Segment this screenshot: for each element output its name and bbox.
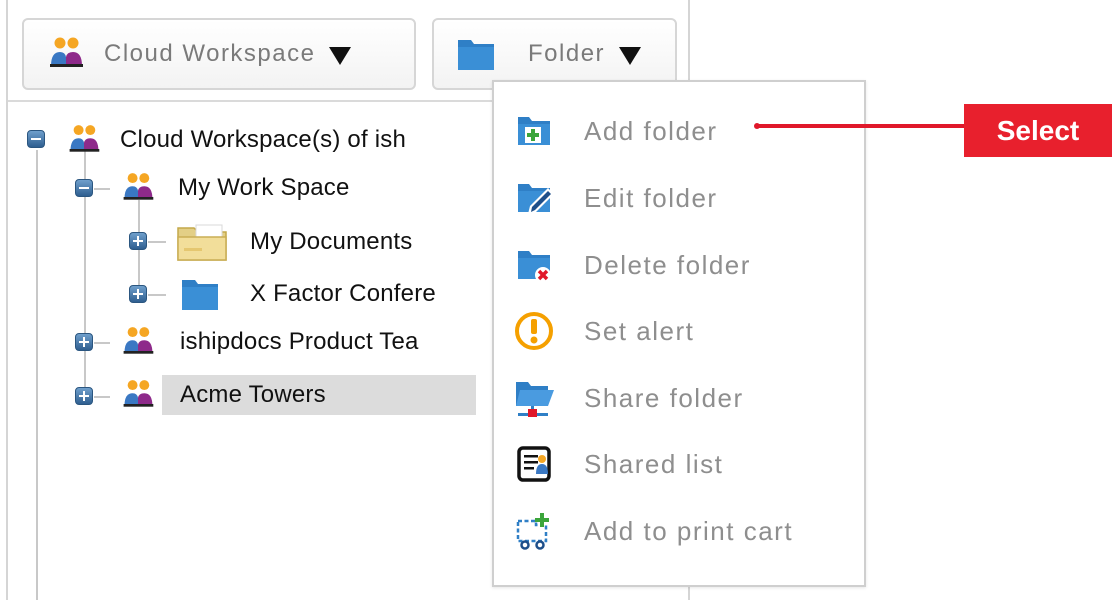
menu-item-label: Add folder [584,115,718,146]
tree-connector [148,241,166,243]
menu-item-label: Add to print cart [584,515,794,546]
tree-connector [148,294,166,296]
folder-button-label: Folder [528,40,606,67]
folder-dropdown-menu: Add folder Edit folder Delete folder Set… [492,80,866,587]
tree-node-x-factor[interactable]: X Factor Confere [180,274,436,314]
callout-label: Select [964,104,1112,157]
menu-item-shared-list[interactable]: Shared list [494,439,864,489]
folder-icon [182,280,218,310]
menu-item-edit-folder[interactable]: Edit folder [494,173,864,223]
tree-connector [94,188,110,190]
expand-toggle[interactable] [75,387,93,405]
tree-node-my-documents[interactable]: My Documents [176,222,412,262]
tree-node-my-work-space[interactable]: My Work Space [120,168,350,208]
tree-node-root[interactable]: Cloud Workspace(s) of ish [66,120,406,160]
tree-node-label: My Work Space [178,174,350,201]
tree-node-product-team[interactable]: ishipdocs Product Tea [120,322,419,362]
chevron-down-icon [619,46,642,65]
tree-node-label: My Documents [250,228,413,255]
expand-toggle[interactable] [129,285,147,303]
people-icon [123,173,154,200]
callout-pointer-line [756,124,964,128]
menu-item-delete-folder[interactable]: Delete folder [494,240,864,290]
expand-toggle[interactable] [129,232,147,250]
workspace-button-label: Cloud Workspace [104,40,316,67]
menu-item-label: Shared list [584,448,724,479]
chevron-down-icon [329,46,352,65]
tree-node-label: Cloud Workspace(s) of ish [120,126,406,153]
expand-toggle[interactable] [75,333,93,351]
workspace-dropdown-button[interactable]: Cloud Workspace [22,18,416,90]
tree-node-label-selected: Acme Towers [162,375,476,415]
menu-item-label: Delete folder [584,249,751,280]
tree-connector [94,396,110,398]
menu-item-add-to-print-cart[interactable]: Add to print cart [494,506,864,556]
add-folder-icon [518,117,550,145]
menu-item-set-alert[interactable]: Set alert [494,306,864,356]
edit-folder-icon [518,184,554,214]
tree-connector [36,150,38,600]
print-cart-icon [516,513,549,550]
delete-folder-icon [518,251,551,283]
open-folder-icon [177,224,227,261]
share-folder-icon [516,382,554,417]
collapse-toggle[interactable] [27,130,45,148]
menu-item-add-folder[interactable]: Add folder [494,106,864,156]
menu-item-share-folder[interactable]: Share folder [494,373,864,423]
people-icon [123,327,154,354]
people-icon [69,125,100,152]
people-icon [50,37,83,67]
tree-node-acme-towers[interactable]: Acme Towers [120,375,476,415]
menu-item-label: Share folder [584,382,744,413]
alert-icon [515,312,553,350]
tree-node-label: X Factor Confere [250,280,436,307]
menu-item-label: Edit folder [584,182,718,213]
collapse-toggle[interactable] [75,179,93,197]
tree-node-label: ishipdocs Product Tea [180,328,419,355]
people-icon [123,380,154,407]
shared-list-icon [517,446,551,482]
tree-connector [94,342,110,344]
menu-item-label: Set alert [584,315,695,346]
folder-icon [458,40,494,70]
